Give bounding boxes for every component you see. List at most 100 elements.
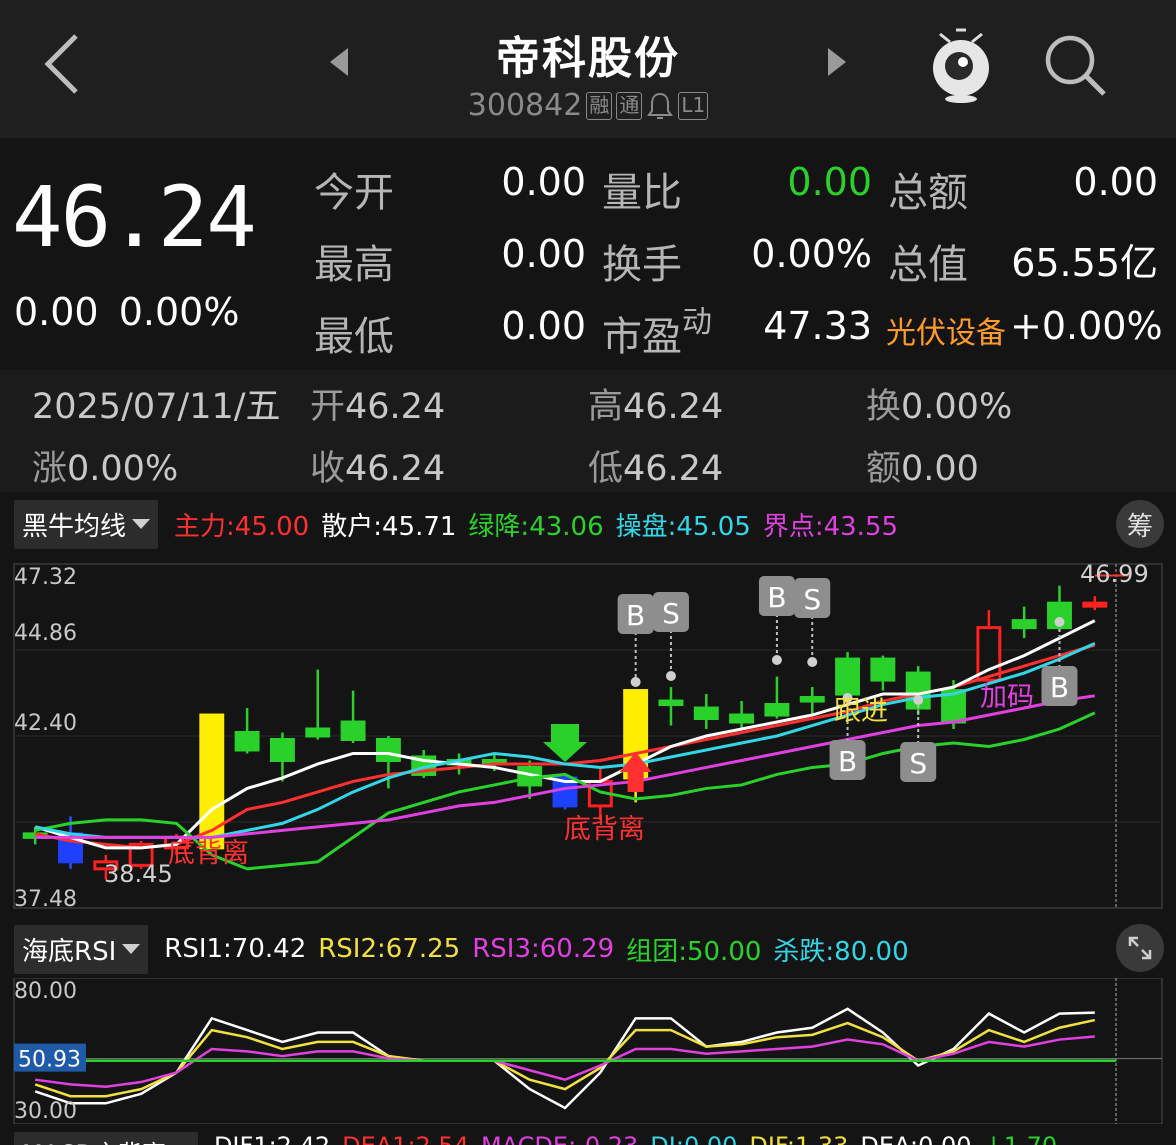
chevron-down-icon bbox=[132, 519, 151, 529]
legend-group: 组团:50.00 bbox=[626, 931, 761, 968]
quote-panel: 46.24 0.00 0.00% 今开 0.00 量比 0.00 总额 0.00… bbox=[0, 138, 1176, 370]
legend-kill: 杀跌:80.00 bbox=[773, 931, 908, 968]
legend-group-label: 组团: bbox=[626, 936, 687, 967]
day-turnover-label: 换 bbox=[866, 387, 902, 427]
legend-retail: 散户:45.71 bbox=[321, 506, 456, 543]
chip-distribution-button[interactable]: 筹 bbox=[1116, 500, 1164, 548]
add-position-label: 加码 bbox=[980, 682, 1034, 713]
signal-dot bbox=[630, 677, 641, 687]
legend-dea1-value: 2.54 bbox=[416, 1132, 469, 1145]
expand-button[interactable] bbox=[1116, 924, 1164, 972]
turnover-label: 换手 bbox=[602, 242, 682, 288]
volume-ratio-value: 0.00 bbox=[787, 160, 872, 204]
rsi-current-label: 50.93 bbox=[18, 1048, 81, 1073]
legend-boundary-value: 43.55 bbox=[823, 511, 899, 542]
signal-badge-text: S bbox=[662, 597, 680, 630]
legend-rsi3-label: RSI3: bbox=[472, 934, 540, 964]
low-label: 最低 bbox=[314, 314, 394, 360]
main-indicator-name: 黑牛均线 bbox=[22, 511, 127, 542]
day-turnover-value: 0.00% bbox=[901, 387, 1013, 427]
divergence-label: 底背离 bbox=[168, 838, 249, 869]
candle-body bbox=[1082, 601, 1108, 608]
signal-dot bbox=[771, 655, 782, 665]
legend-main-force: 主力:45.00 bbox=[174, 506, 309, 543]
candle bbox=[1082, 596, 1108, 611]
rsi-tick-label: 30.00 bbox=[14, 1099, 77, 1124]
last-price-label: 46.99 bbox=[1080, 560, 1149, 588]
macd-indicator-selector[interactable]: MACD之背离 bbox=[14, 1132, 198, 1145]
candle-body bbox=[199, 713, 225, 850]
main-indicator-selector[interactable]: 黑牛均线 bbox=[14, 499, 159, 549]
rsi-indicator-selector[interactable]: 海底RSI bbox=[14, 924, 149, 974]
divergence-label: 底背离 bbox=[564, 814, 645, 845]
candle-body bbox=[870, 657, 896, 682]
candle bbox=[658, 687, 684, 726]
legend-rsi1-value: 70.42 bbox=[231, 934, 307, 964]
legend-rsi3-value: 60.29 bbox=[539, 934, 615, 964]
day-open: 开46.24 bbox=[310, 378, 445, 429]
change-percent: 0.00% bbox=[118, 290, 240, 334]
legend-dj: DJ:0.00 bbox=[650, 1132, 737, 1145]
candle bbox=[729, 701, 755, 730]
day-low: 低46.24 bbox=[588, 440, 723, 491]
amount-value: 0.00 bbox=[1073, 160, 1158, 204]
day-open-label: 开 bbox=[310, 387, 346, 427]
candle-body bbox=[1011, 619, 1037, 630]
legend-boundary-label: 界点: bbox=[762, 511, 824, 542]
legend-macde: MACDE:-0.23 bbox=[481, 1132, 638, 1145]
candle bbox=[693, 694, 719, 730]
day-rise-label: 涨 bbox=[32, 449, 68, 489]
signal-badge-text: B bbox=[767, 581, 786, 614]
legend-retail-label: 散户: bbox=[321, 511, 382, 542]
chevron-down-icon bbox=[122, 944, 141, 954]
low-price-label: 38.45 bbox=[104, 860, 173, 888]
day-close-label: 收 bbox=[310, 449, 346, 489]
search-icon[interactable] bbox=[1042, 32, 1108, 98]
rsi-chart[interactable]: 80.00 30.00 50.93 bbox=[0, 978, 1176, 1124]
candle bbox=[764, 676, 790, 719]
triangle-right-icon[interactable] bbox=[824, 44, 850, 80]
legend-operate-value: 45.05 bbox=[676, 511, 751, 542]
candle-body bbox=[305, 727, 331, 738]
candle bbox=[411, 749, 437, 778]
day-date: 2025/07/11/五 bbox=[32, 387, 281, 427]
y-tick-label: 44.86 bbox=[14, 621, 77, 646]
legend-main-force-label: 主力: bbox=[174, 511, 235, 542]
legend-rsi1: RSI1:70.42 bbox=[164, 934, 306, 964]
legend-green-down: 绿降:43.06 bbox=[468, 506, 603, 543]
volume-ratio-label: 量比 bbox=[602, 170, 682, 216]
signal-badge-text: B bbox=[1050, 671, 1069, 704]
legend-kill-label: 杀跌: bbox=[773, 936, 835, 967]
low-value: 0.00 bbox=[501, 304, 586, 348]
signal-dot bbox=[913, 695, 924, 705]
candle-body bbox=[729, 713, 755, 724]
amount-label: 总额 bbox=[888, 170, 968, 216]
day-amount-value: 0.00 bbox=[901, 449, 979, 489]
candle-body bbox=[835, 657, 861, 696]
candle-body bbox=[658, 699, 684, 707]
stock-code-line: 300842 融 通 L1 bbox=[0, 88, 1176, 123]
legend-rsi3: RSI3:60.29 bbox=[472, 934, 614, 964]
mascot-icon[interactable] bbox=[926, 26, 996, 106]
connect-tag: 通 bbox=[616, 91, 643, 120]
y-tick-label: 47.32 bbox=[14, 565, 77, 590]
high-label: 最高 bbox=[314, 242, 394, 288]
change-amount: 0.00 bbox=[14, 290, 99, 334]
pe-label-sup: 动 bbox=[682, 305, 712, 340]
legend-down-value: 1.70 bbox=[1004, 1132, 1057, 1145]
sector-link[interactable]: 光伏设备 bbox=[886, 308, 1006, 352]
bell-icon[interactable] bbox=[646, 91, 674, 121]
candlestick-chart[interactable]: B S B SB SB底背离底背离跟进 加码 47.3244.8642.4037.4838… bbox=[0, 552, 1176, 924]
open-label: 今开 bbox=[314, 170, 394, 216]
level-tag: L1 bbox=[678, 91, 709, 120]
rsi-indicator-name: 海底RSI bbox=[22, 936, 117, 967]
candle bbox=[1011, 606, 1037, 639]
candle-body bbox=[340, 720, 366, 741]
legend-dea1: DEA1:2.54 bbox=[342, 1132, 469, 1145]
legend-green-down-label: 绿降: bbox=[468, 511, 530, 542]
turnover-value: 0.00% bbox=[751, 232, 872, 276]
legend-rsi2-label: RSI2: bbox=[318, 934, 386, 964]
stock-code: 300842 bbox=[467, 88, 583, 123]
legend-boundary: 界点:43.55 bbox=[763, 506, 898, 543]
candle-body bbox=[693, 706, 719, 721]
